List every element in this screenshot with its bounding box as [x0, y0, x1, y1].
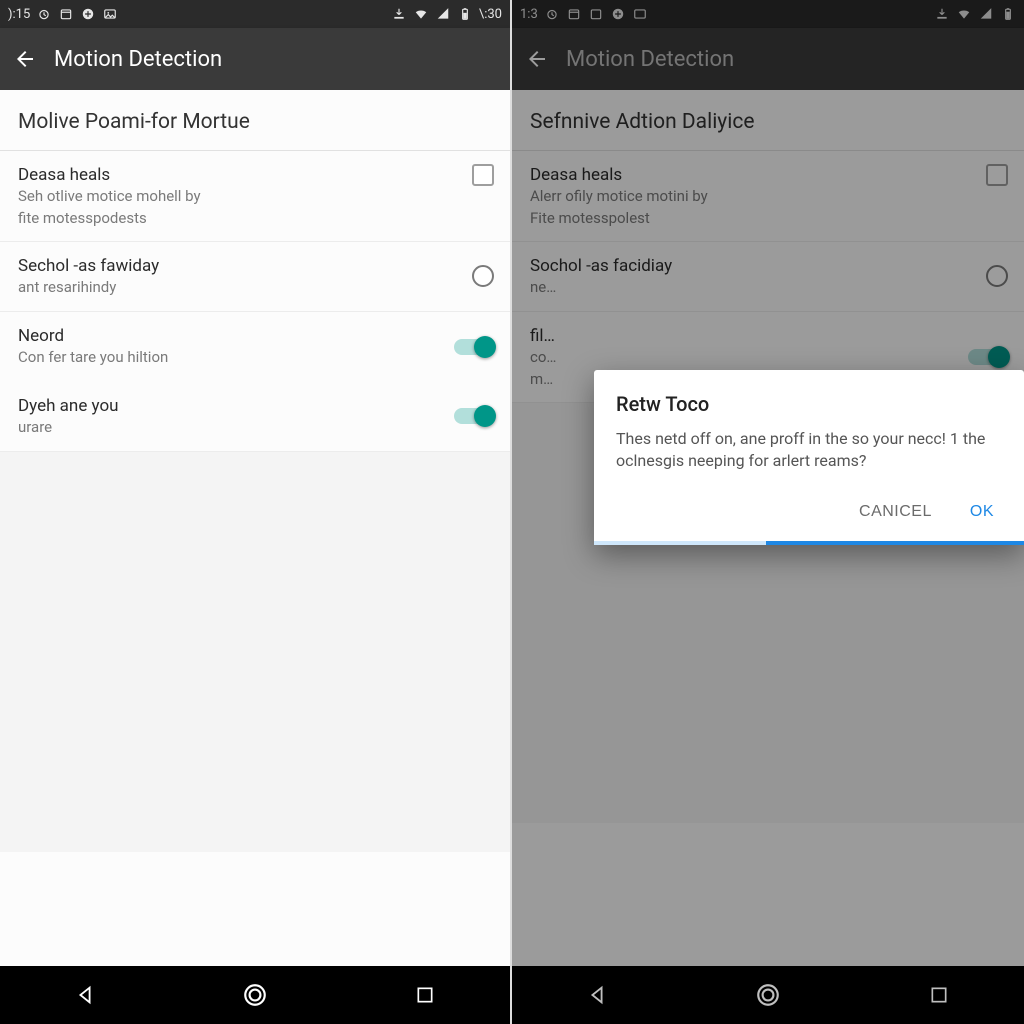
nav-bar	[0, 966, 510, 1024]
setting-title: Sechol -as fawiday	[18, 256, 450, 276]
wifi-icon	[413, 6, 429, 22]
plus-circle-icon	[80, 6, 96, 22]
app-bar: Motion Detection	[0, 28, 510, 90]
checkbox[interactable]	[472, 164, 494, 186]
switch[interactable]	[454, 408, 494, 424]
setting-dyeh[interactable]: Dyeh ane you urare	[0, 382, 510, 453]
radio[interactable]	[472, 265, 494, 287]
battery-icon	[457, 6, 473, 22]
setting-title: Dyeh ane you	[18, 396, 450, 416]
dialog-title: Retw Toco	[616, 392, 1002, 416]
dialog-actions: CANICEL OK	[616, 491, 1002, 541]
status-clock-left: ):15	[8, 7, 30, 22]
setting-neord[interactable]: Neord Con fer tare you hiltion	[0, 312, 510, 382]
setting-sub: urare	[18, 418, 450, 438]
back-button[interactable]	[12, 46, 38, 72]
setting-sub: Seh otlive motice mohell by	[18, 187, 450, 207]
signal-icon	[435, 6, 451, 22]
status-clock-right: \:30	[479, 7, 502, 22]
ok-button[interactable]: OK	[966, 497, 998, 527]
switch[interactable]	[454, 339, 494, 355]
setting-title: Neord	[18, 326, 450, 346]
dialog-body: Thes netd off on, ane proff in the so yo…	[616, 428, 1002, 473]
setting-title: Deasa heals	[18, 165, 450, 185]
setting-deasa-heals[interactable]: Deasa heals Seh otlive motice mohell by …	[0, 151, 510, 242]
image-icon	[102, 6, 118, 22]
nav-home-button[interactable]	[235, 975, 275, 1015]
confirm-dialog: Retw Toco Thes netd off on, ane proff in…	[594, 370, 1024, 545]
setting-sub: ant resarihindy	[18, 278, 450, 298]
alarm-icon	[36, 6, 52, 22]
cancel-button[interactable]: CANICEL	[855, 497, 936, 527]
phone-left: ):15 \:30 Motion Detection Molive Poami-…	[0, 0, 512, 1024]
nav-back-button[interactable]	[65, 975, 105, 1015]
dialog-progress	[594, 541, 1024, 545]
setting-sub: Con fer tare you hiltion	[18, 348, 450, 368]
section-header: Molive Poami-for Mortue	[0, 90, 510, 151]
calendar-icon	[58, 6, 74, 22]
nav-recent-button[interactable]	[405, 975, 445, 1015]
download-icon	[391, 6, 407, 22]
status-bar: ):15 \:30	[0, 0, 510, 28]
setting-sub2: fite motesspodests	[18, 209, 450, 227]
settings-list: Molive Poami-for Mortue Deasa heals Seh …	[0, 90, 510, 966]
setting-sechol[interactable]: Sechol -as fawiday ant resarihindy	[0, 242, 510, 313]
page-title: Motion Detection	[54, 47, 222, 72]
phone-right: 1:3 Motion Detection Sefnnive Adtion Dal…	[512, 0, 1024, 1024]
